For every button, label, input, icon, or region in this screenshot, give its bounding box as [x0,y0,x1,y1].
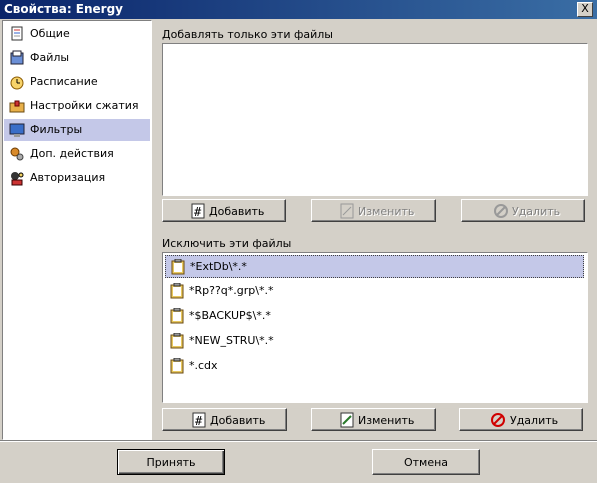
exclude-label: Исключить эти файлы [162,237,292,250]
edit-icon [340,203,354,219]
include-delete-button[interactable]: Удалить [461,199,585,222]
sidebar-item-general[interactable]: Общие [4,23,150,45]
sidebar-item-label: Доп. действия [30,147,114,160]
title-bar: Свойства: Energy X [0,0,597,19]
delete-icon [491,413,505,427]
include-add-button[interactable]: # Добавить [162,199,286,222]
list-item[interactable]: *ExtDb\*.* [165,255,584,278]
sidebar-item-files[interactable]: Файлы [4,47,150,69]
clipboard-icon [170,283,184,299]
sidebar: Общие Файлы Расписание Настройки сжатия … [2,20,152,440]
sidebar-item-label: Расписание [30,75,98,88]
sidebar-item-label: Общие [30,27,70,40]
clipboard-icon [170,358,184,374]
include-list[interactable] [162,43,588,196]
exclude-delete-button[interactable]: Удалить [459,408,583,431]
sidebar-item-label: Фильтры [30,123,83,136]
svg-text:#: # [195,414,203,428]
accept-button[interactable]: Принять [117,449,225,475]
exclude-list[interactable]: *ExtDb\*.* *Rp??q*.grp\*.* *$BACKUP$\*.*… [162,252,588,403]
svg-text:#: # [194,205,202,219]
delete-icon [494,204,508,218]
sidebar-item-authorization[interactable]: Авторизация [4,167,150,189]
exclude-edit-button[interactable]: Изменить [311,408,436,431]
add-icon: # [192,412,206,428]
clipboard-icon [170,308,184,324]
window-title: Свойства: Energy [4,2,123,16]
close-button[interactable]: X [577,2,593,17]
sidebar-item-compression[interactable]: Настройки сжатия [4,95,150,117]
clipboard-icon [170,333,184,349]
clipboard-icon [171,259,185,275]
list-item[interactable]: *.cdx [165,355,584,378]
compression-icon [9,100,25,113]
actions-icon [10,147,24,161]
list-item[interactable]: *$BACKUP$\*.* [165,305,584,328]
add-icon: # [191,203,205,219]
authorization-icon [11,172,24,186]
files-icon [10,50,24,65]
edit-icon [340,412,354,428]
sidebar-item-filters[interactable]: Фильтры [4,119,150,141]
clock-icon [10,76,24,90]
sidebar-item-label: Авторизация [30,171,106,184]
list-item[interactable]: *Rp??q*.grp\*.* [165,280,584,303]
sidebar-item-actions[interactable]: Доп. действия [4,143,150,165]
cancel-button[interactable]: Отмена [372,449,480,475]
footer-separator [0,440,597,442]
exclude-add-button[interactable]: # Добавить [162,408,287,431]
list-item[interactable]: *NEW_STRU\*.* [165,330,584,353]
monitor-icon [9,123,25,137]
sidebar-item-label: Файлы [30,51,70,64]
general-icon [11,26,23,41]
sidebar-item-schedule[interactable]: Расписание [4,71,150,93]
sidebar-item-label: Настройки сжатия [30,99,139,112]
include-label: Добавлять только эти файлы [162,28,333,41]
include-edit-button[interactable]: Изменить [311,199,436,222]
